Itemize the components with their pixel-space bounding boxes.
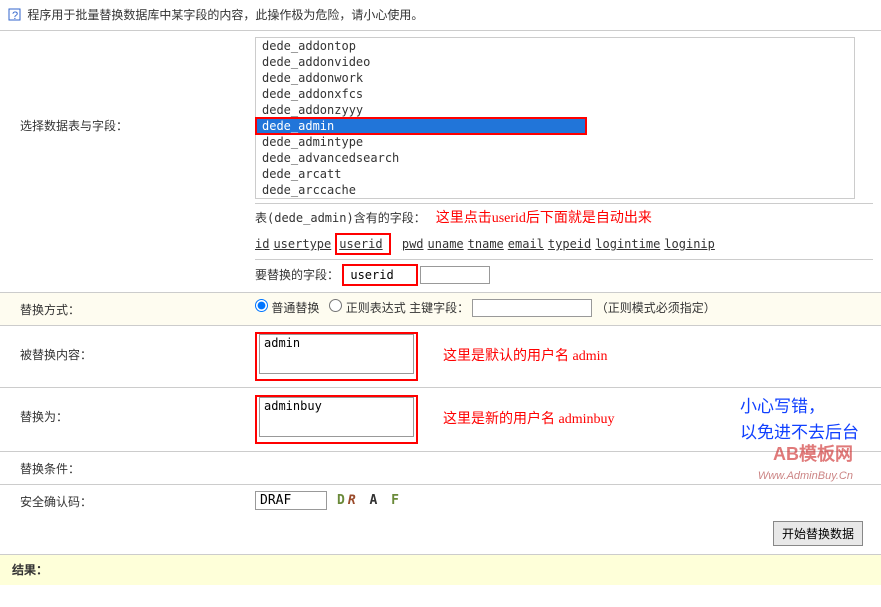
captcha-input[interactable]: [255, 491, 327, 510]
field-link[interactable]: uname: [428, 237, 464, 251]
field-link[interactable]: loginip: [664, 237, 715, 251]
replace-field-extra[interactable]: [420, 266, 490, 284]
field-link[interactable]: typeid: [548, 237, 591, 251]
replace-field-label: 要替换的字段：: [255, 268, 339, 282]
table-option[interactable]: dede_arcatt: [256, 166, 854, 182]
field-link[interactable]: email: [508, 237, 544, 251]
field-link[interactable]: usertype: [273, 237, 331, 251]
field-link[interactable]: id: [255, 237, 269, 251]
pk-input[interactable]: [472, 299, 592, 317]
watermark-logo: AB模板网Www.AdminBuy.Cn: [758, 441, 853, 485]
table-option[interactable]: dede_addonzyyy: [256, 102, 854, 118]
svg-text:?: ?: [12, 10, 18, 21]
result-bar: 结果：: [0, 554, 881, 585]
table-option[interactable]: dede_addonxfcs: [256, 86, 854, 102]
table-option[interactable]: dede_addonvideo: [256, 54, 854, 70]
submit-button[interactable]: 开始替换数据: [773, 521, 863, 546]
radio-regex[interactable]: [329, 299, 342, 312]
table-list[interactable]: dede_addontopdede_addonvideodede_addonwo…: [255, 37, 855, 199]
anno-to: 这里是新的用户名 adminbuy: [443, 409, 615, 430]
row-select-table: 选择数据表与字段： dede_addontopdede_addonvideode…: [0, 31, 881, 293]
label-captcha: 安全确认码：: [0, 491, 255, 511]
row-captcha: 安全确认码： DR A F: [0, 485, 881, 517]
captcha-image: DR A F: [337, 493, 402, 508]
label-from: 被替换内容：: [0, 332, 255, 381]
warning-bar: ? 程序用于批量替换数据库中某字段的内容，此操作极为危险，请小心使用。: [0, 0, 881, 31]
table-option[interactable]: dede_admin: [256, 118, 586, 134]
table-option[interactable]: dede_advancedsearch: [256, 150, 854, 166]
row-from: 被替换内容： 这里是默认的用户名 admin: [0, 326, 881, 388]
label-cond: 替换条件：: [0, 458, 255, 478]
label-mode: 替换方式：: [0, 299, 255, 319]
to-input[interactable]: [259, 397, 414, 437]
label-to: 替换为：: [0, 394, 255, 445]
warning-text: 程序用于批量替换数据库中某字段的内容，此操作极为危险，请小心使用。: [27, 8, 423, 22]
fields-label: 表(dede_admin)含有的字段：: [255, 211, 426, 225]
table-option[interactable]: dede_arccache: [256, 182, 854, 198]
field-link[interactable]: tname: [468, 237, 504, 251]
table-option[interactable]: dede_admintype: [256, 134, 854, 150]
replace-field-input[interactable]: [346, 267, 414, 283]
row-cond: 替换条件：: [0, 452, 881, 485]
radio-normal[interactable]: [255, 299, 268, 312]
info-icon: ?: [8, 8, 21, 21]
table-option[interactable]: dede_addontop: [256, 38, 854, 54]
fields-list: id usertype userid pwd uname tname email typei…: [255, 233, 873, 255]
from-input[interactable]: [259, 334, 414, 374]
anno-from: 这里是默认的用户名 admin: [443, 346, 608, 367]
anno-b1: 小心写错，: [740, 394, 859, 420]
label-select: 选择数据表与字段：: [0, 37, 255, 286]
field-link[interactable]: logintime: [595, 237, 660, 251]
field-link[interactable]: pwd: [402, 237, 424, 251]
table-option[interactable]: dede_addonwork: [256, 70, 854, 86]
field-link[interactable]: userid: [339, 237, 382, 251]
anno-fields: 这里点击userid后下面就是自动出来: [436, 211, 652, 226]
row-mode: 替换方式： 普通替换 正则表达式 主键字段： （正则模式必须指定）: [0, 293, 881, 326]
row-to: 替换为： 这里是新的用户名 adminbuy 小心写错， 以免进不去后台: [0, 388, 881, 452]
